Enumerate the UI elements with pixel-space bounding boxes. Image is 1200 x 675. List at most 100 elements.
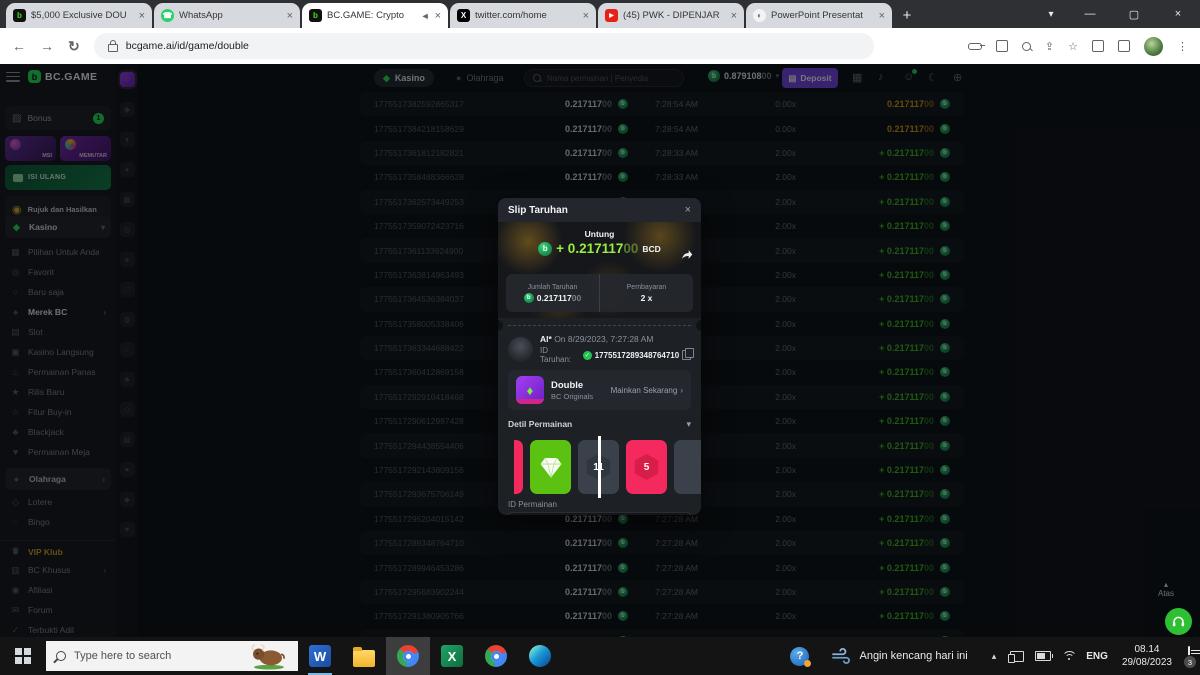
taskbar-excel[interactable]: X: [430, 637, 474, 675]
payout-value: 2 x: [641, 293, 653, 303]
tab-close-icon[interactable]: ×: [581, 10, 589, 22]
back-button[interactable]: ←: [12, 38, 26, 54]
notification-badge: 3: [1183, 655, 1197, 669]
bet-amount-label: Jumlah Taruhan: [528, 284, 578, 291]
browser-tab[interactable]: b $5,000 Exclusive DOU ×: [6, 3, 152, 28]
window-minimize-button[interactable]: —: [1068, 0, 1112, 28]
tab-title: (45) PWK - DIPENJARA: [623, 10, 719, 21]
game-card[interactable]: ♦ Double BC Originals Mainkan Sekarang›: [508, 370, 691, 410]
tab-close-icon[interactable]: ×: [285, 10, 293, 22]
play-now-link[interactable]: Mainkan Sekarang›: [611, 386, 683, 395]
game-id-label: ID Permainan: [508, 500, 691, 509]
result-tile-5: 5: [626, 440, 667, 494]
tab-close-icon[interactable]: ×: [137, 10, 145, 22]
browser-tab[interactable]: ◐ PowerPoint Presentat ×: [746, 3, 892, 28]
copy-icon[interactable]: [682, 350, 691, 360]
window-maximize-button[interactable]: ▢: [1112, 0, 1156, 28]
tray-chevron-icon[interactable]: ▴: [992, 651, 997, 662]
excel-icon: X: [441, 645, 463, 667]
browser-menu-icon[interactable]: ⋮: [1177, 40, 1188, 53]
tab-close-icon[interactable]: ×: [729, 10, 737, 22]
bcd-coin-icon: b: [524, 293, 534, 303]
screen: b $5,000 Exclusive DOU × ☎ WhatsApp × b …: [0, 0, 1200, 675]
tab-favicon: ▶: [605, 9, 618, 22]
chevron-up-icon: ▴: [1164, 580, 1168, 589]
tab-title: PowerPoint Presentat: [771, 10, 867, 21]
share-icon[interactable]: ⇪: [1045, 40, 1054, 53]
chrome-icon: [397, 645, 419, 667]
bet-id-value: 1775517289348764710: [595, 351, 680, 360]
browser-tab[interactable]: b BC.GAME: Crypto ◀) ×: [302, 3, 448, 28]
double-game-icon: ♦: [516, 376, 544, 404]
search-icon: [56, 651, 66, 661]
share-icon[interactable]: [680, 248, 693, 266]
battery-icon[interactable]: [1035, 651, 1051, 661]
zoom-search-icon[interactable]: [1022, 42, 1031, 51]
browser-tab[interactable]: X twitter.com/home ×: [450, 3, 596, 28]
result-tile-dark: [674, 440, 701, 494]
modal-title: Slip Taruhan: [508, 205, 685, 216]
profit-banner: Untung b + 0.21711700 BCD Jumlah Taruhan…: [498, 222, 701, 318]
reload-button[interactable]: ↻: [68, 38, 80, 55]
wifi-icon[interactable]: [1062, 651, 1075, 661]
start-button[interactable]: [0, 637, 46, 675]
live-support-button[interactable]: [1165, 608, 1192, 635]
back-to-top[interactable]: ▴ Atas: [1158, 580, 1174, 598]
bet-id-label: ID Taruhan:: [540, 346, 580, 364]
taskbar-edge[interactable]: [518, 637, 562, 675]
tablet-mode-icon[interactable]: [1010, 651, 1024, 662]
verified-shield-icon: ✓: [583, 351, 592, 360]
chevron-down-icon: ▾: [686, 419, 691, 430]
bookmark-star-icon[interactable]: ☆: [1068, 40, 1078, 53]
new-tab-button[interactable]: +: [894, 2, 920, 28]
taskbar-clock[interactable]: 08.14 29/08/2023: [1122, 643, 1172, 670]
dashed-divider: [498, 320, 701, 332]
edge-icon: [529, 645, 551, 667]
tab-close-icon[interactable]: ×: [877, 10, 885, 22]
browser-tab-strip: b $5,000 Exclusive DOU × ☎ WhatsApp × b …: [0, 0, 1200, 28]
taskbar-file-explorer[interactable]: [342, 637, 386, 675]
tab-favicon: ◐: [753, 9, 766, 22]
tab-title: $5,000 Exclusive DOU: [31, 10, 127, 21]
weather-label: Angin kencang hari ini: [859, 650, 967, 662]
game-details-toggle[interactable]: Detil Permainan ▾: [508, 414, 691, 434]
taskbar-word[interactable]: W: [298, 637, 342, 675]
game-details-label: Detil Permainan: [508, 419, 686, 429]
browser-tab[interactable]: ▶ (45) PWK - DIPENJARA ×: [598, 3, 744, 28]
taskbar-chrome-active[interactable]: [386, 637, 430, 675]
bettor-info: Al* On 8/29/2023, 7:27:28 AM ID Taruhan:…: [508, 334, 691, 364]
password-key-icon[interactable]: [968, 43, 982, 50]
extensions-icon[interactable]: [1092, 40, 1104, 52]
lock-icon: [108, 44, 118, 52]
game-id-input[interactable]: 26355: [508, 512, 691, 515]
taskbar-weather-widget[interactable]: Angin kencang hari ini: [831, 648, 967, 664]
search-placeholder: Type here to search: [74, 650, 240, 662]
action-center-button[interactable]: 3: [1188, 647, 1190, 665]
bet-stats-card: Jumlah Taruhan b 0.21711700 Pembayaran 2…: [506, 274, 693, 312]
tab-search-chevron[interactable]: ▾: [1034, 0, 1068, 28]
modal-close-icon[interactable]: ×: [685, 204, 691, 216]
window-close-button[interactable]: ×: [1156, 0, 1200, 28]
tab-close-icon[interactable]: ×: [433, 10, 441, 22]
taskbar-search-input[interactable]: Type here to search: [46, 641, 298, 671]
help-icon[interactable]: ?: [790, 647, 809, 666]
language-indicator[interactable]: ENG: [1086, 651, 1108, 662]
bcd-coin-icon: b: [538, 242, 552, 256]
modal-header: Slip Taruhan ×: [498, 198, 701, 222]
side-panel-icon[interactable]: [1118, 40, 1130, 52]
profile-avatar[interactable]: [1144, 37, 1163, 56]
wind-icon: [831, 648, 851, 664]
download-icon[interactable]: [996, 40, 1008, 52]
time: 08.14: [1122, 643, 1172, 657]
tab-audio-icon: ◀): [422, 12, 427, 20]
forward-button[interactable]: →: [40, 38, 54, 54]
tab-title: WhatsApp: [179, 10, 275, 21]
chevron-right-icon: ›: [680, 386, 683, 395]
diamond-icon: [536, 452, 566, 482]
game-name: Double: [551, 380, 593, 391]
browser-tab[interactable]: ☎ WhatsApp ×: [154, 3, 300, 28]
folder-icon: [353, 650, 375, 667]
taskbar-chrome[interactable]: [474, 637, 518, 675]
chrome-icon: [485, 645, 507, 667]
url-bar[interactable]: bcgame.ai/id/game/double: [94, 33, 874, 59]
